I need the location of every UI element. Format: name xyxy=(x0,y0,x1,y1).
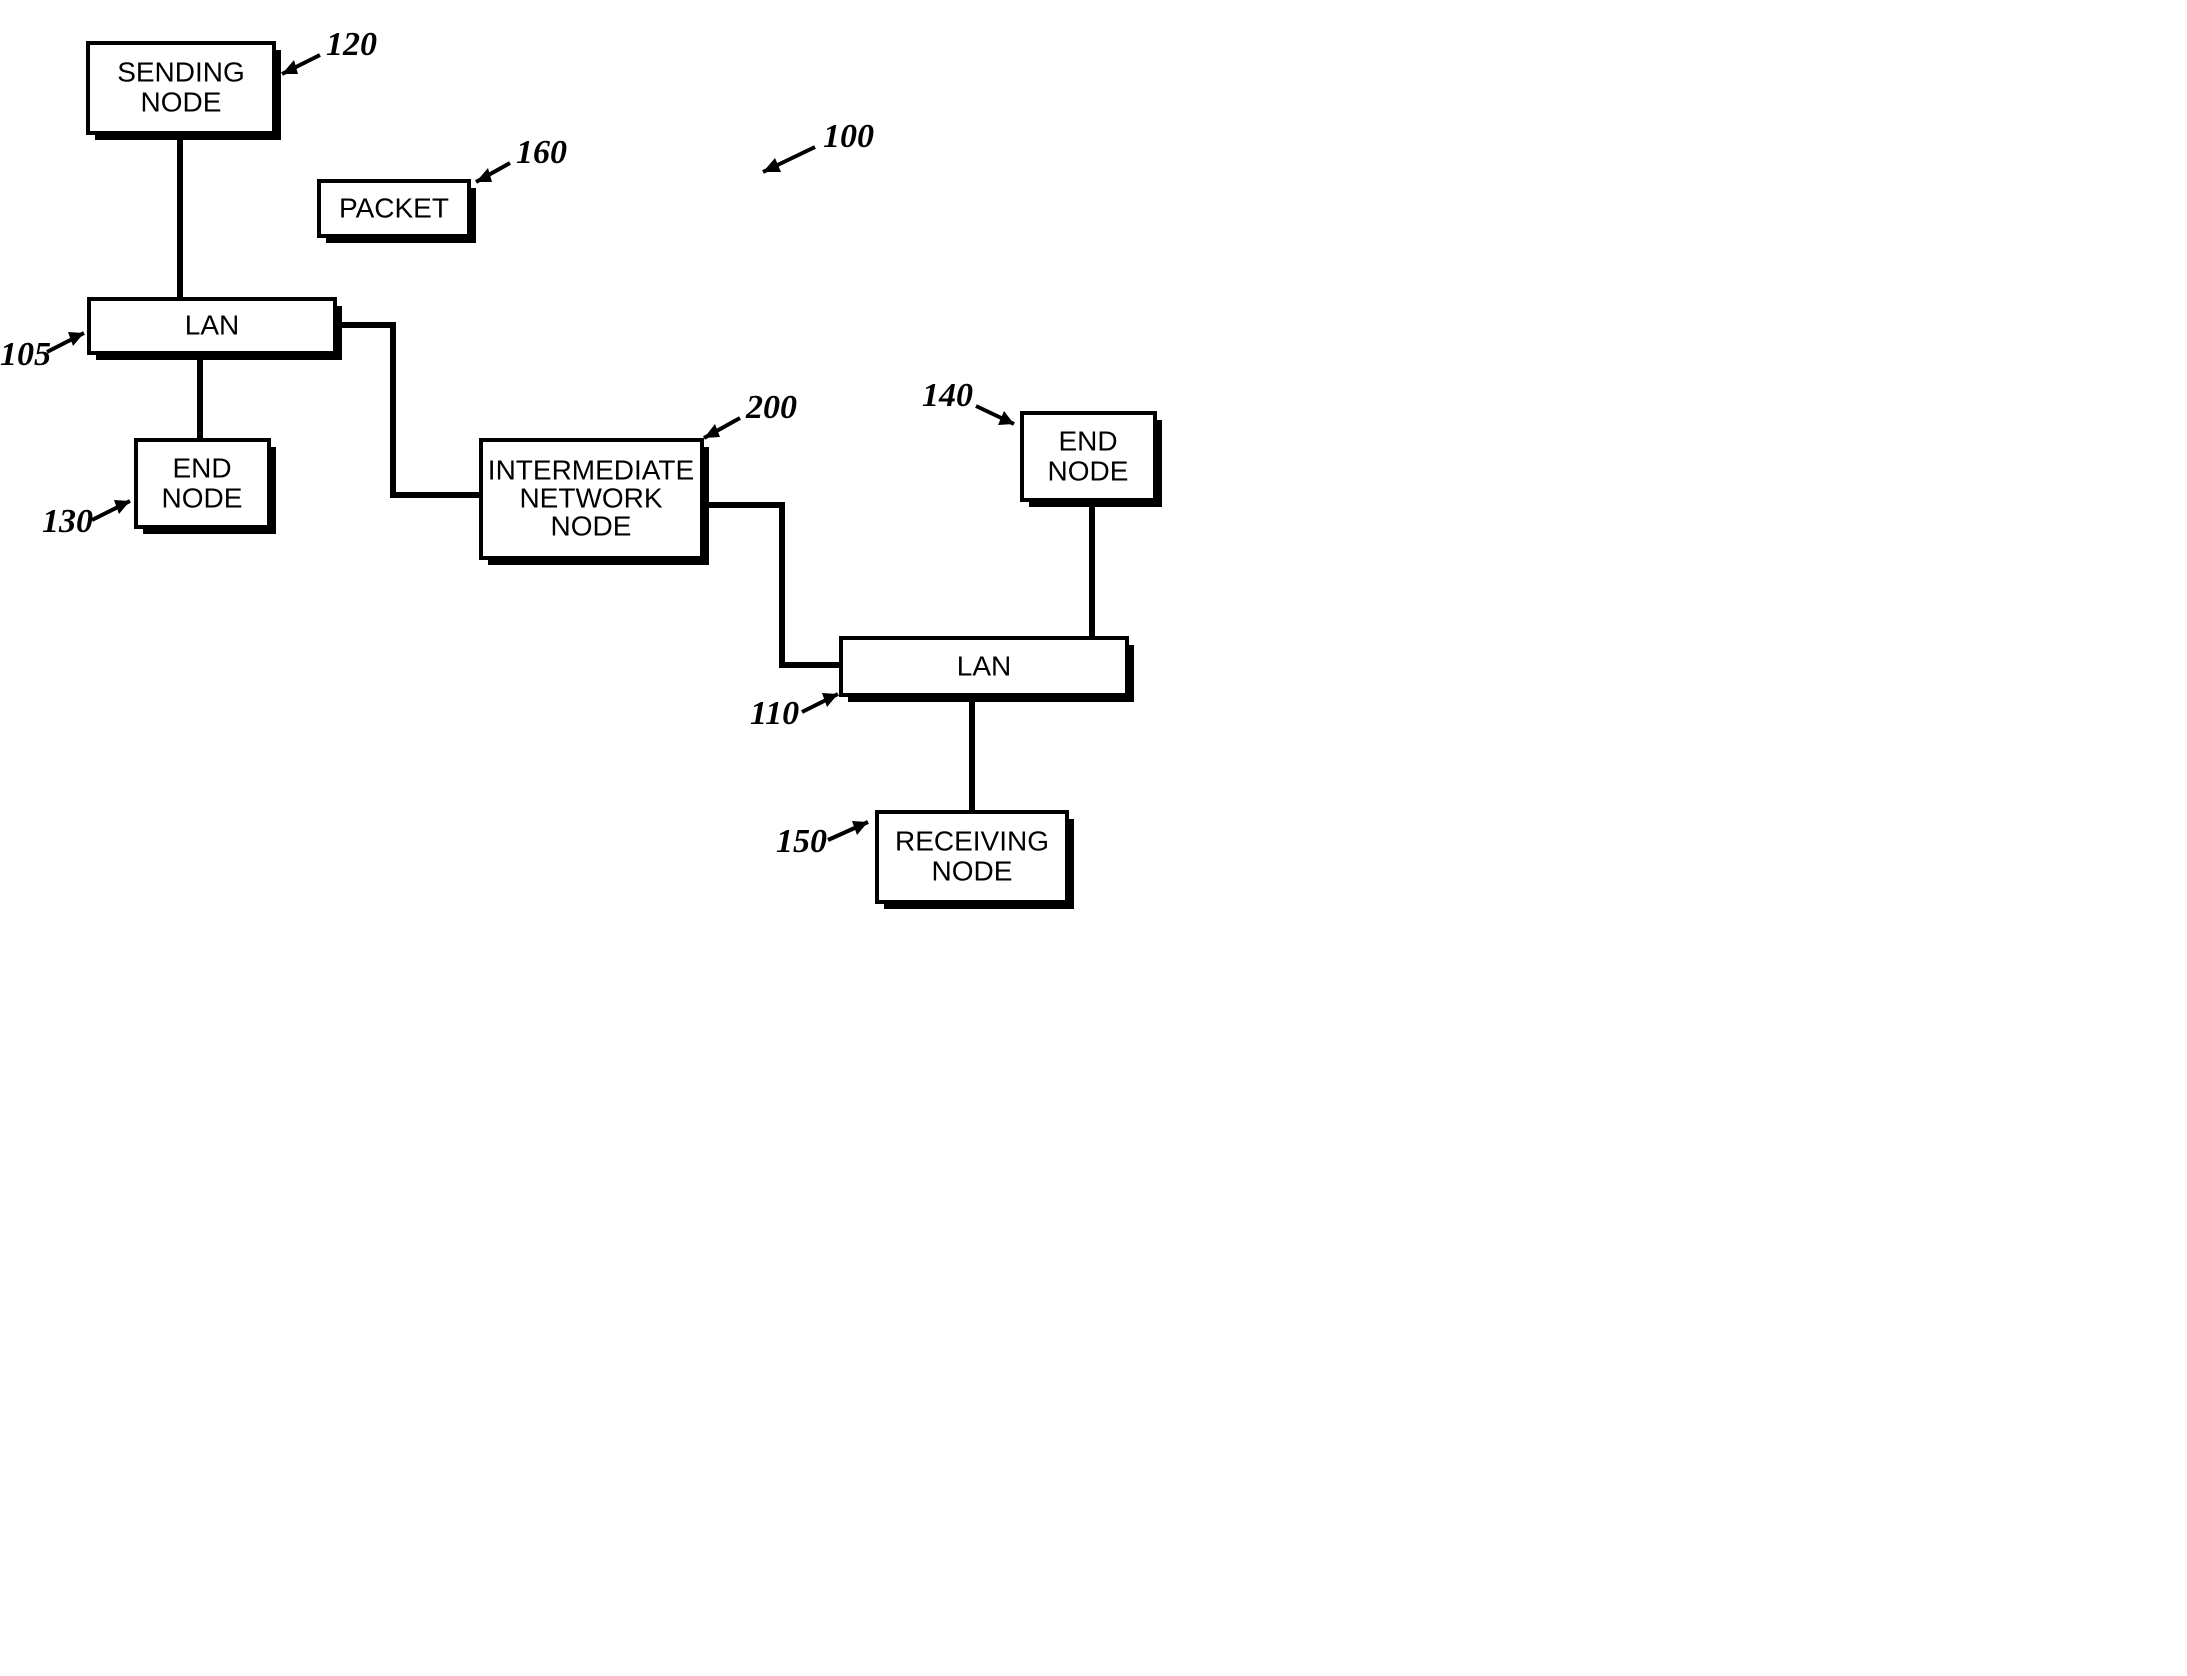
svg-text:105: 105 xyxy=(0,336,51,373)
lan2-label: LAN xyxy=(957,650,1011,681)
lan1-label: LAN xyxy=(185,309,239,340)
end-node2-label1: END xyxy=(1058,425,1117,456)
svg-text:140: 140 xyxy=(922,377,973,414)
ref-150: 150 xyxy=(776,821,868,860)
intermediate-label1: INTERMEDIATE xyxy=(488,454,694,485)
sending-node: SENDING NODE xyxy=(88,43,281,140)
svg-text:120: 120 xyxy=(326,26,377,63)
svg-text:100: 100 xyxy=(823,118,874,155)
svg-text:200: 200 xyxy=(745,389,797,426)
ref-200: 200 xyxy=(704,389,797,438)
end-node-2: END NODE xyxy=(1022,413,1162,507)
ref-140: 140 xyxy=(922,377,1014,425)
ref-160: 160 xyxy=(476,134,567,182)
wire-intermediate-lan2 xyxy=(702,505,841,665)
receiving-node: RECEIVING NODE xyxy=(877,812,1074,909)
intermediate-node: INTERMEDIATE NETWORK NODE xyxy=(481,440,709,565)
end-node1-label1: END xyxy=(172,452,231,483)
ref-110: 110 xyxy=(750,693,838,732)
ref-105: 105 xyxy=(0,332,84,373)
intermediate-label3: NODE xyxy=(551,510,632,541)
intermediate-label2: NETWORK xyxy=(519,482,662,513)
svg-text:160: 160 xyxy=(516,134,567,171)
sending-node-label2: NODE xyxy=(141,86,222,117)
end-node-1: END NODE xyxy=(136,440,276,534)
network-diagram: SENDING NODE 120 PACKET 160 LAN 105 END … xyxy=(0,0,1640,1257)
sending-node-label1: SENDING xyxy=(117,56,245,87)
end-node1-label2: NODE xyxy=(162,482,243,513)
ref-120: 120 xyxy=(282,26,377,74)
svg-text:110: 110 xyxy=(750,695,799,732)
receiving-label1: RECEIVING xyxy=(895,825,1049,856)
lan1: LAN xyxy=(89,299,342,360)
svg-text:130: 130 xyxy=(42,503,93,540)
end-node2-label2: NODE xyxy=(1048,455,1129,486)
ref-130: 130 xyxy=(42,500,130,540)
ref-100: 100 xyxy=(763,118,874,172)
lan2: LAN xyxy=(841,638,1134,702)
packet: PACKET xyxy=(319,181,476,243)
receiving-label2: NODE xyxy=(932,855,1013,886)
svg-text:150: 150 xyxy=(776,823,827,860)
packet-label: PACKET xyxy=(339,192,449,223)
wire-lan1-intermediate xyxy=(335,325,481,495)
